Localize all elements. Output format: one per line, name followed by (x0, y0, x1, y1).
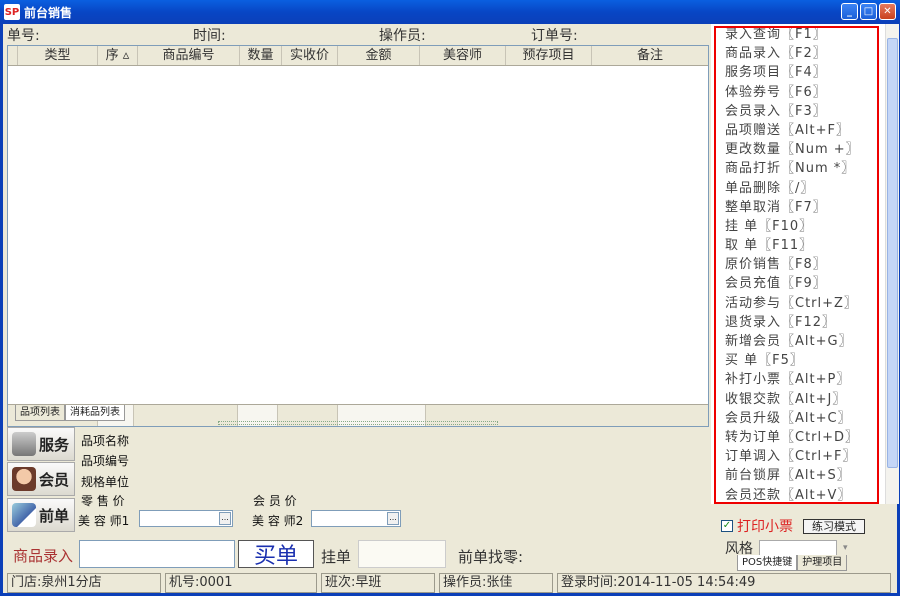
order-header: 单号: 时间: 操作员: 订单号: (7, 25, 707, 45)
retail-price-label: 零 售 价 (81, 494, 125, 508)
hang-order-box (358, 540, 446, 568)
shortcut-item[interactable]: 补打小票〖Alt+P〗 (711, 370, 891, 389)
shortcut-item[interactable]: 服务项目〖F4〗 (711, 63, 891, 82)
col-type[interactable]: 类型 (18, 46, 98, 65)
window-title: 前台销售 (24, 5, 73, 20)
previous-order-label: 前单 (39, 506, 70, 525)
col-seq[interactable]: 序 ▵ (98, 46, 138, 65)
print-receipt-checkbox[interactable]: ✓ (721, 520, 733, 532)
shortcut-item[interactable]: 商品打折〖Num *〗 (711, 159, 891, 178)
minimize-button[interactable]: _ (841, 3, 858, 20)
practice-mode-button[interactable]: 练习模式 (803, 518, 865, 534)
shortcut-item[interactable]: 单品删除〖/〗 (711, 179, 891, 198)
shortcut-item[interactable]: 挂 单〖F10〗 (711, 217, 891, 236)
right-tabs: POS快捷键 护理项目 (737, 555, 848, 571)
shortcut-item[interactable]: 品项赠送〖Alt+F〗 (711, 121, 891, 140)
col-product-code[interactable]: 商品编号 (138, 46, 240, 65)
shortcut-item[interactable]: 前台锁屏〖Alt+S〗 (711, 466, 891, 485)
beautician2-picker-button[interactable]: ... (387, 512, 399, 525)
col-qty[interactable]: 数量 (240, 46, 282, 65)
spec-unit-label: 规格单位 (81, 475, 130, 489)
beautician2-label: 美 容 师2 (252, 514, 304, 528)
shortcut-item[interactable]: 会员升级〖Alt+C〗 (711, 409, 891, 428)
tab-pos-shortcuts[interactable]: POS快捷键 (737, 555, 798, 571)
beautician1-picker-button[interactable]: ... (219, 512, 231, 525)
item-name-label: 品项名称 (81, 434, 130, 448)
shortcut-scrollbar[interactable] (885, 24, 899, 504)
status-machine: 机号:0001 (165, 573, 317, 593)
shortcut-list[interactable]: 录入查询〖F1〗 商品录入〖F2〗 服务项目〖F4〗 体验券号〖F6〗 会员录入〖F3〗… (711, 24, 891, 504)
maximize-button[interactable]: □ (860, 3, 877, 20)
col-amount[interactable]: 金额 (338, 46, 420, 65)
status-login-time: 登录时间:2014-11-05 14:54:49 (557, 573, 891, 593)
title-bar: SP 前台销售 _ □ ✕ (0, 0, 900, 24)
sales-grid[interactable]: 类型 序 ▵ 商品编号 数量 实收价 金额 美容师 预存项目 备注 (7, 45, 709, 427)
product-entry-label: 商品录入 (13, 547, 74, 565)
shortcut-item[interactable]: 录入查询〖F1〗 (711, 25, 891, 44)
print-options: ✓ 打印小票 练习模式 (721, 516, 865, 536)
shortcut-item[interactable]: 商品录入〖F2〗 (711, 44, 891, 63)
time-label: 时间: (193, 28, 226, 44)
status-store: 门店:泉州1分店 (7, 573, 161, 593)
member-button-label: 会员 (39, 470, 70, 489)
app-logo-icon: SP (4, 4, 20, 20)
status-operator: 操作员:张佳 (439, 573, 553, 593)
member-button[interactable]: 会员 (7, 462, 75, 496)
col-beautician[interactable]: 美容师 (420, 46, 506, 65)
row-indicator-icon (8, 46, 18, 65)
order-no-label: 单号: (7, 28, 40, 44)
service-button[interactable]: 服务 (7, 427, 75, 461)
item-code-label: 品项编号 (81, 454, 130, 468)
hang-order-label[interactable]: 挂单 (321, 546, 351, 567)
shortcut-item[interactable]: 会员充值〖F9〗 (711, 274, 891, 293)
shortcut-item[interactable]: 订单调入〖Ctrl+F〗 (711, 447, 891, 466)
main-window: 单号: 时间: 操作员: 订单号: 类型 序 ▵ 商品编号 数量 实收价 金额 … (0, 24, 900, 596)
receipt-icon (12, 503, 36, 527)
shortcut-item[interactable]: 买 单〖F5〗 (711, 351, 891, 370)
col-actual-price[interactable]: 实收价 (282, 46, 338, 65)
shortcut-item[interactable]: 会员还款〖Alt+V〗 (711, 486, 891, 505)
buy-button[interactable]: 买单 (238, 540, 314, 569)
shortcut-item[interactable]: 新增会员〖Alt+G〗 (711, 332, 891, 351)
cash-register-icon (12, 432, 36, 456)
panel-splitter[interactable] (218, 421, 498, 425)
grid-tabs: 品项列表 消耗品列表 (15, 405, 125, 421)
shortcut-item[interactable]: 收银交款〖Alt+J〗 (711, 390, 891, 409)
operator-label: 操作员: (379, 28, 426, 44)
previous-order-button[interactable]: 前单 (7, 498, 75, 532)
print-receipt-label: 打印小票 (737, 519, 793, 535)
chevron-down-icon[interactable]: ▾ (843, 543, 848, 553)
status-shift: 班次:早班 (321, 573, 435, 593)
shortcut-item[interactable]: 原价销售〖F8〗 (711, 255, 891, 274)
shortcut-item[interactable]: 取 单〖F11〗 (711, 236, 891, 255)
grid-header: 类型 序 ▵ 商品编号 数量 实收价 金额 美容师 预存项目 备注 (8, 46, 708, 66)
previous-change-label: 前单找零: (458, 548, 524, 566)
close-button[interactable]: ✕ (879, 3, 896, 20)
col-remarks[interactable]: 备注 (592, 46, 708, 65)
ticket-no-label: 订单号: (531, 28, 578, 44)
beautician1-label: 美 容 师1 (78, 514, 130, 528)
tab-item-list[interactable]: 品项列表 (15, 405, 65, 421)
shortcut-item[interactable]: 整单取消〖F7〗 (711, 198, 891, 217)
shortcut-item[interactable]: 转为订单〖Ctrl+D〗 (711, 428, 891, 447)
shortcut-item[interactable]: 活动参与〖Ctrl+Z〗 (711, 294, 891, 313)
shortcut-item[interactable]: 更改数量〖Num +〗 (711, 140, 891, 159)
tab-care-items[interactable]: 护理项目 (797, 555, 848, 571)
shortcut-item[interactable]: 会员录入〖F3〗 (711, 102, 891, 121)
shortcut-item[interactable]: 退货录入〖F12〗 (711, 313, 891, 332)
shortcut-item[interactable]: 体验券号〖F6〗 (711, 83, 891, 102)
status-bar: 门店:泉州1分店 机号:0001 班次:早班 操作员:张佳 登录时间:2014-… (6, 573, 900, 593)
member-price-label: 会 员 价 (253, 494, 297, 508)
style-select[interactable] (759, 540, 837, 556)
col-prepaid-item[interactable]: 预存项目 (506, 46, 592, 65)
service-button-label: 服务 (39, 435, 70, 454)
product-entry-input[interactable] (79, 540, 235, 568)
tab-consumable-list[interactable]: 消耗品列表 (65, 405, 125, 421)
member-avatar-icon (12, 467, 36, 491)
